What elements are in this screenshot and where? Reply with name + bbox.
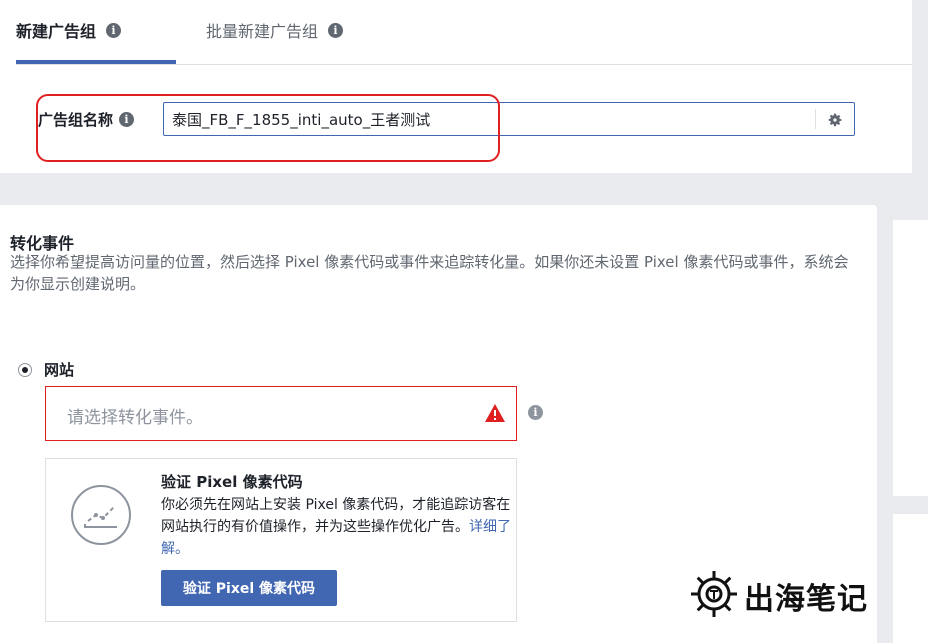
info-icon[interactable]: i bbox=[119, 112, 135, 127]
conversion-event-select[interactable]: 请选择转化事件。 bbox=[45, 386, 517, 441]
divider bbox=[815, 109, 816, 129]
info-icon[interactable]: i bbox=[528, 405, 543, 420]
ship-wheel-logo bbox=[688, 568, 740, 624]
verify-pixel-title: 验证 Pixel 像素代码 bbox=[161, 473, 303, 491]
warning-triangle-icon bbox=[484, 403, 506, 423]
info-icon[interactable]: i bbox=[106, 22, 122, 38]
gear-icon[interactable] bbox=[824, 109, 846, 131]
ad-group-name-input[interactable] bbox=[164, 103, 830, 135]
tab-bulk-new-ad-group-label: 批量新建广告组 bbox=[206, 22, 319, 41]
line-chart-icon bbox=[70, 484, 132, 546]
active-tab-indicator bbox=[16, 60, 176, 64]
verify-pixel-button[interactable]: 验证 Pixel 像素代码 bbox=[161, 570, 337, 606]
side-panel bbox=[893, 514, 928, 643]
website-option-label: 网站 bbox=[44, 361, 75, 379]
tab-bar bbox=[16, 0, 912, 65]
ad-group-name-label: 广告组名称 i bbox=[38, 109, 135, 130]
watermark-text: 出海笔记 bbox=[744, 582, 868, 617]
conversion-event-placeholder: 请选择转化事件。 bbox=[67, 408, 203, 428]
tab-new-ad-group[interactable]: 新建广告组 i bbox=[16, 18, 122, 42]
website-radio[interactable] bbox=[18, 362, 32, 377]
side-panel bbox=[893, 220, 928, 496]
website-option[interactable]: 网站 bbox=[18, 359, 74, 380]
ad-group-name-label-text: 广告组名称 bbox=[38, 111, 114, 129]
verify-pixel-text: 你必须先在网站上安装 Pixel 像素代码，才能追踪访客在网站执行的有价值操作，… bbox=[161, 497, 511, 535]
ad-group-name-field bbox=[163, 102, 855, 136]
tab-new-ad-group-label: 新建广告组 bbox=[16, 22, 97, 41]
watermark: 出海笔记 bbox=[688, 566, 868, 626]
tab-bulk-new-ad-group[interactable]: 批量新建广告组 i bbox=[206, 18, 344, 42]
conversion-event-description: 选择你希望提高访问量的位置，然后选择 Pixel 像素代码或事件来追踪转化量。如… bbox=[10, 253, 849, 293]
verify-pixel-body: 你必须先在网站上安装 Pixel 像素代码，才能追踪访客在网站执行的有价值操作，… bbox=[161, 494, 511, 560]
info-icon[interactable]: i bbox=[328, 22, 344, 38]
